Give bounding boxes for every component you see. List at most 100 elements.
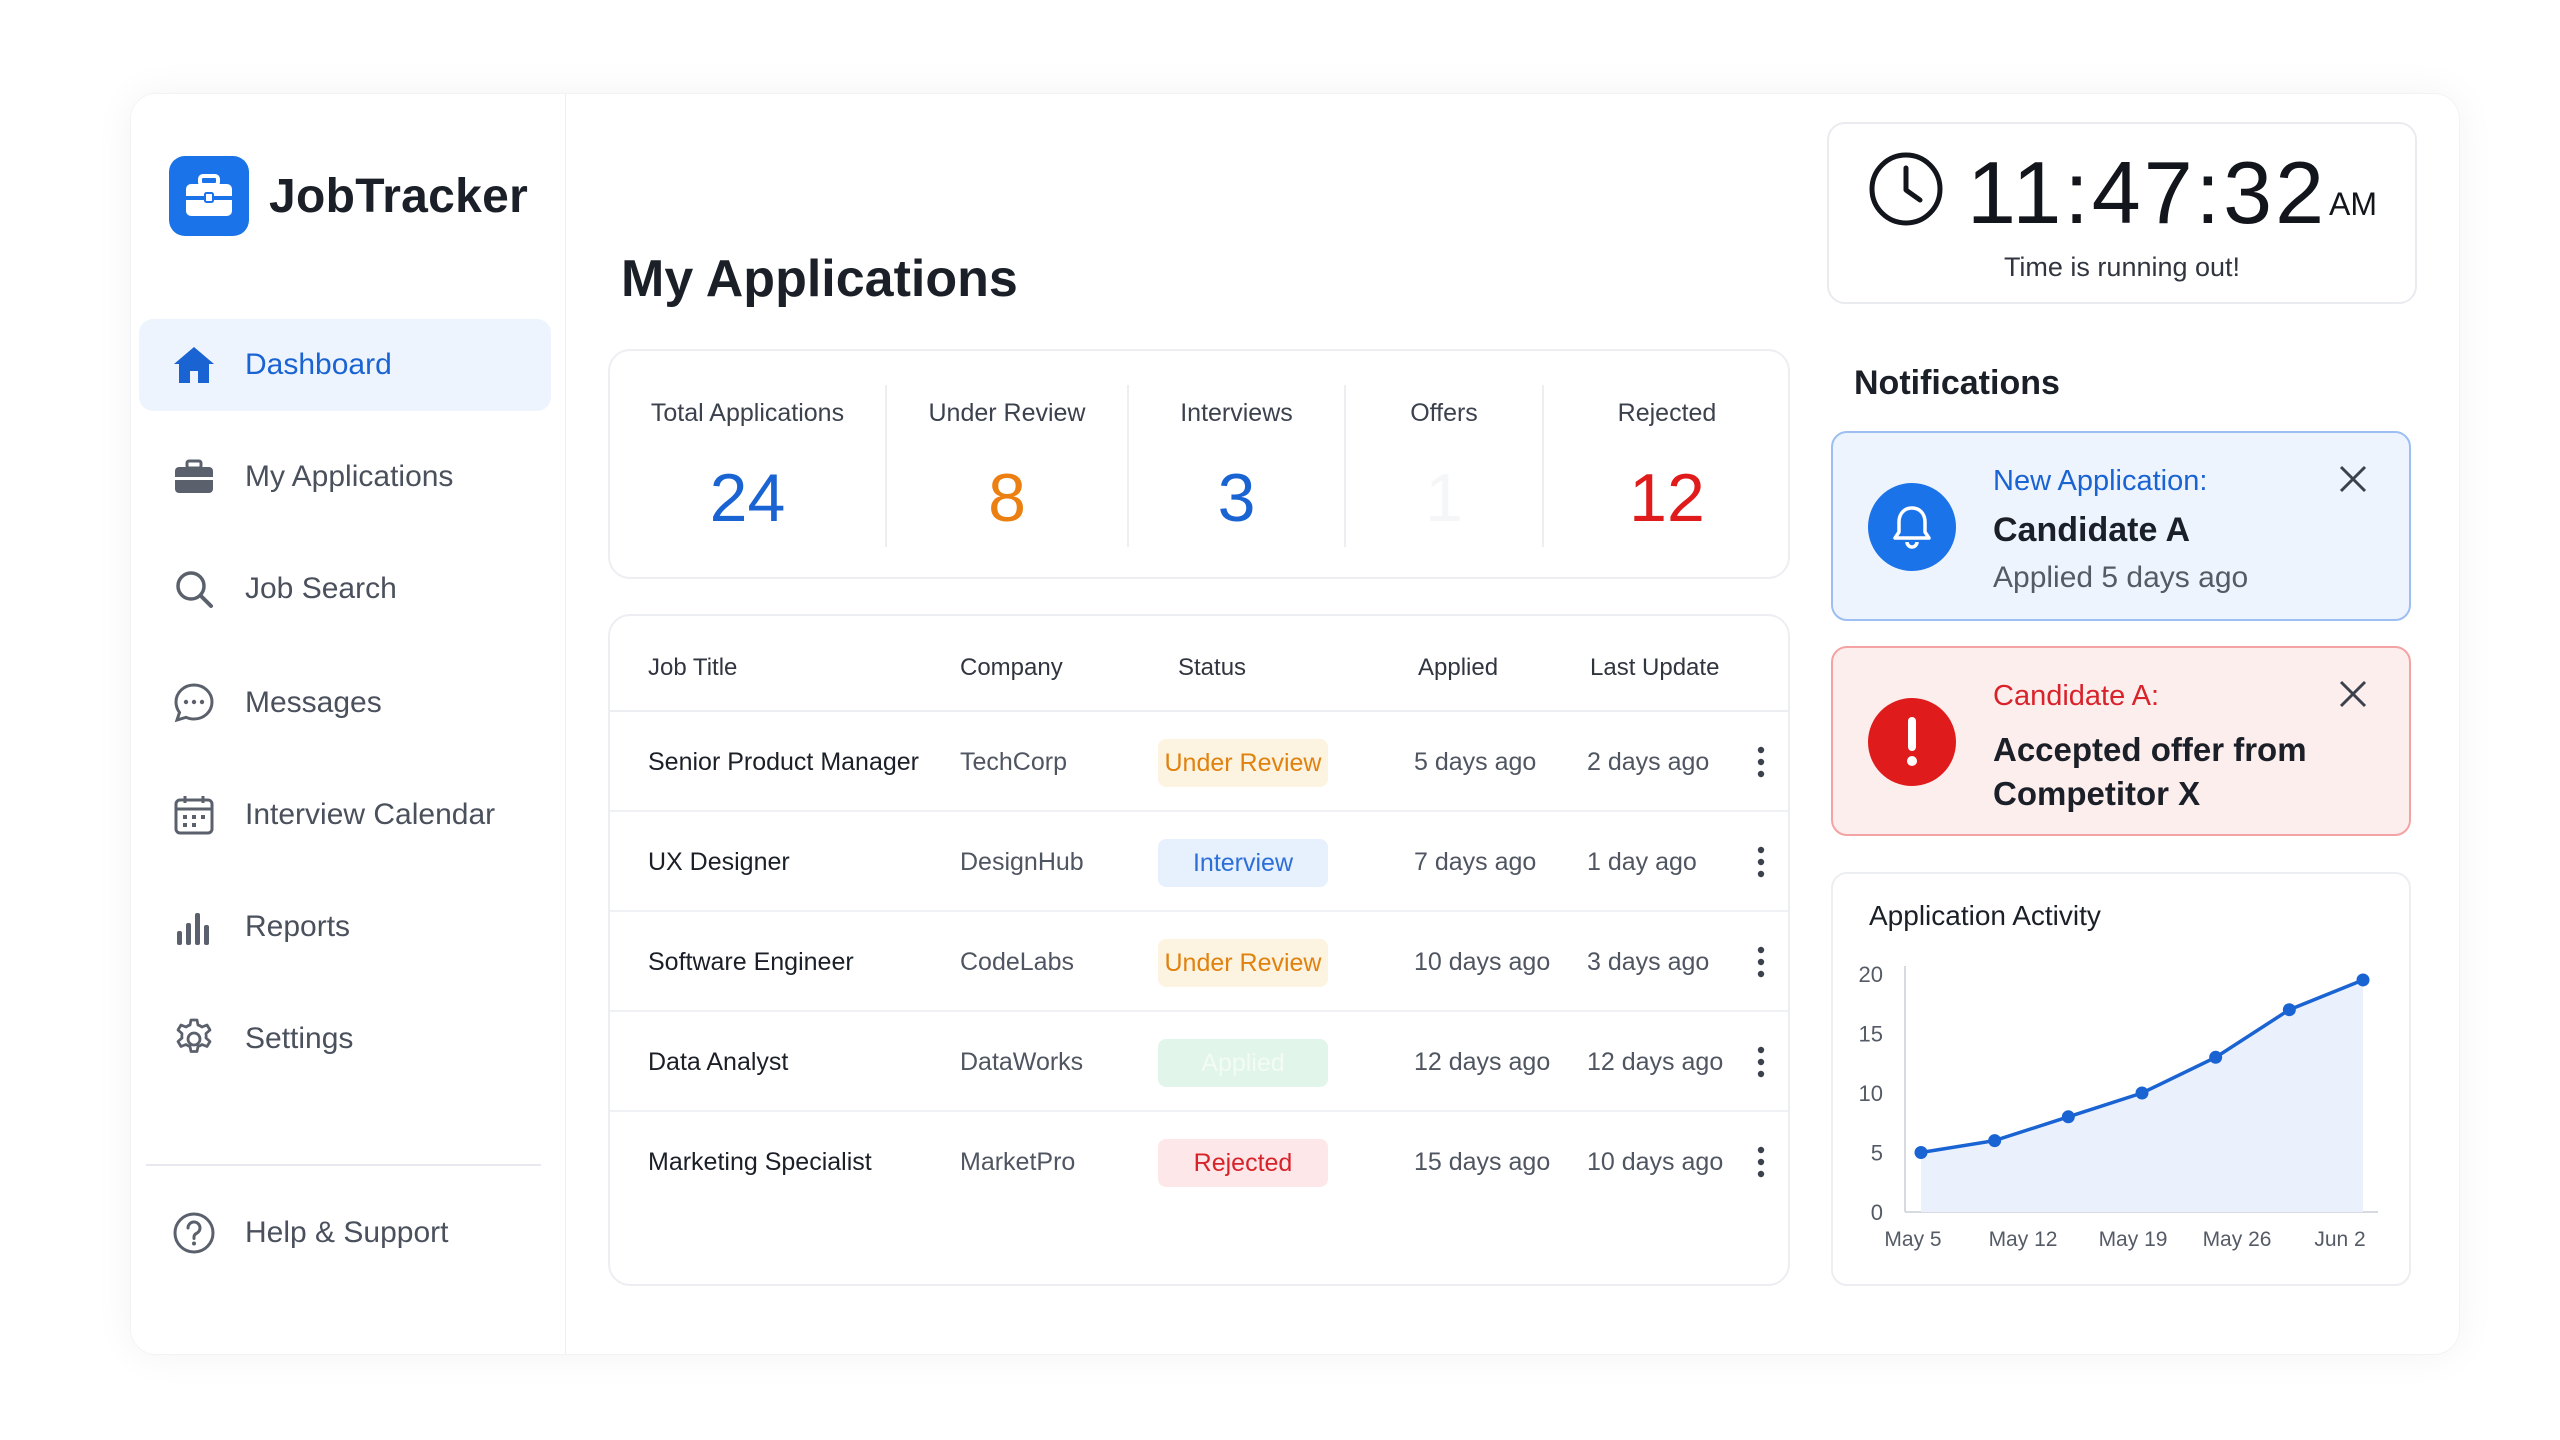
app-name: JobTracker: [269, 169, 529, 223]
home-icon: [171, 342, 217, 388]
notification-candidate: Candidate A: [1993, 511, 2191, 549]
sidebar-item-label: Interview Calendar: [245, 798, 496, 831]
close-icon[interactable]: [2337, 463, 2369, 495]
cell-last-update: 2 days ago: [1587, 748, 1710, 776]
sidebar-item-label: Help & Support: [245, 1216, 449, 1249]
table-row[interactable]: Senior Product Manager TechCorp Under Revi…: [610, 712, 1788, 812]
sidebar-divider: [146, 1164, 541, 1166]
more-options-icon[interactable]: [1746, 942, 1776, 982]
stat-offers[interactable]: Offers 1: [1346, 351, 1542, 577]
column-header-last-update[interactable]: Last Update: [1590, 654, 1719, 682]
cell-company: CodeLabs: [960, 948, 1074, 976]
y-tick-label: 15: [1859, 1022, 1883, 1047]
cell-job-title: Data Analyst: [648, 1048, 789, 1076]
sidebar-item-label: My Applications: [245, 460, 454, 493]
stat-under-review[interactable]: Under Review 8: [887, 351, 1127, 577]
y-tick-label: 0: [1871, 1200, 1883, 1225]
column-header-job-title[interactable]: Job Title: [648, 654, 737, 682]
data-point[interactable]: [2209, 1050, 2223, 1064]
help-icon: [171, 1210, 217, 1256]
more-options-icon[interactable]: [1746, 742, 1776, 782]
cell-job-title: Senior Product Manager: [648, 748, 919, 776]
data-point[interactable]: [1914, 1146, 1928, 1159]
x-tick-label: Jun 2: [2314, 1228, 2365, 1251]
status-badge: Under Review: [1158, 739, 1328, 787]
y-tick-label: 20: [1859, 962, 1883, 987]
bar-chart-icon: [171, 904, 217, 950]
data-point[interactable]: [2135, 1086, 2149, 1100]
stat-value: 1: [1425, 460, 1463, 536]
timer-time: 11:47:32: [1967, 143, 2328, 242]
x-tick-label: May 12: [1989, 1228, 2058, 1251]
table-row[interactable]: Data Analyst DataWorks Applied 12 days ago 1…: [610, 1012, 1788, 1112]
table-row[interactable]: UX Designer DesignHub Interview 7 days ago 1…: [610, 812, 1788, 912]
status-badge: Under Review: [1158, 939, 1328, 987]
notification-subtext: Applied 5 days ago: [1993, 561, 2249, 594]
sidebar-item-settings[interactable]: Settings: [139, 993, 551, 1085]
data-point[interactable]: [2356, 973, 2370, 987]
cell-applied: 12 days ago: [1414, 1048, 1551, 1076]
cell-applied: 15 days ago: [1414, 1148, 1551, 1176]
y-tick-label: 5: [1871, 1141, 1883, 1166]
sidebar-item-label: Settings: [245, 1022, 354, 1055]
stat-value: 8: [988, 460, 1026, 536]
column-header-company[interactable]: Company: [960, 654, 1063, 682]
sidebar-item-interview-calendar[interactable]: Interview Calendar: [139, 769, 551, 861]
more-options-icon[interactable]: [1746, 1142, 1776, 1182]
cell-company: TechCorp: [960, 748, 1067, 776]
application-activity-card: Application Activity 0 5 10 15 20 May 5 May 12…: [1831, 872, 2411, 1286]
clock-icon: [1867, 150, 1945, 233]
stats-card: Total Applications 24 Under Review 8 Int…: [608, 349, 1790, 579]
stat-label: Rejected: [1617, 399, 1717, 427]
cell-company: MarketPro: [960, 1148, 1076, 1176]
sidebar-item-dashboard[interactable]: Dashboard: [139, 319, 551, 411]
cell-applied: 10 days ago: [1414, 948, 1551, 976]
sidebar-item-my-applications[interactable]: My Applications: [139, 431, 551, 523]
column-header-applied[interactable]: Applied: [1418, 654, 1498, 682]
sidebar-item-reports[interactable]: Reports: [139, 881, 551, 973]
sidebar-item-label: Messages: [245, 686, 382, 719]
notification-offer-accepted[interactable]: Candidate A: Accepted offer from Competi…: [1831, 646, 2411, 836]
brand[interactable]: JobTracker: [169, 156, 528, 236]
table-row[interactable]: Software Engineer CodeLabs Under Review 10 …: [610, 912, 1788, 1012]
data-point[interactable]: [1988, 1134, 2002, 1148]
data-point[interactable]: [2282, 1003, 2296, 1017]
applications-table: Job Title Company Status Applied Last Up…: [608, 614, 1790, 1286]
close-icon[interactable]: [2337, 678, 2369, 710]
search-icon: [171, 566, 217, 612]
activity-chart: 0 5 10 15 20 May 5 May 12 May 19 May 26 Jun 2: [1859, 962, 2378, 1251]
sidebar-item-label: Dashboard: [245, 348, 392, 381]
cell-job-title: UX Designer: [648, 848, 790, 876]
table-header: Job Title Company Status Applied Last Up…: [610, 616, 1788, 712]
cell-last-update: 3 days ago: [1587, 948, 1710, 976]
status-badge: Interview: [1158, 839, 1328, 887]
notification-heading: New Application:: [1993, 465, 2208, 497]
status-badge: Rejected: [1158, 1139, 1328, 1187]
cell-last-update: 10 days ago: [1587, 1148, 1724, 1176]
y-tick-label: 10: [1859, 1081, 1883, 1106]
stat-interviews[interactable]: Interviews 3: [1129, 351, 1344, 577]
timer-message: Time is running out!: [2003, 252, 2241, 282]
notification-new-application[interactable]: New Application: Candidate A Applied 5 d…: [1831, 431, 2411, 621]
column-header-status[interactable]: Status: [1178, 654, 1246, 682]
notification-message: Accepted offer from Competitor X: [1993, 731, 2307, 812]
x-tick-label: May 19: [2099, 1228, 2168, 1251]
stat-rejected[interactable]: Rejected 12: [1544, 351, 1790, 577]
x-tick-label: May 26: [2203, 1228, 2272, 1251]
exclamation-icon: [1868, 698, 1956, 786]
x-tick-label: May 5: [1884, 1228, 1941, 1251]
cell-applied: 7 days ago: [1414, 848, 1537, 876]
data-point[interactable]: [2061, 1110, 2075, 1124]
briefcase-icon: [171, 454, 217, 500]
sidebar-item-messages[interactable]: Messages: [139, 657, 551, 749]
table-row[interactable]: Marketing Specialist MarketPro Rejected 15 …: [610, 1112, 1788, 1212]
sidebar-item-label: Job Search: [245, 572, 397, 605]
cell-last-update: 12 days ago: [1587, 1048, 1724, 1076]
sidebar-item-job-search[interactable]: Job Search: [139, 543, 551, 635]
cell-job-title: Software Engineer: [648, 948, 854, 976]
sidebar-item-help-support[interactable]: Help & Support: [139, 1187, 551, 1279]
bell-icon: [1868, 483, 1956, 571]
more-options-icon[interactable]: [1746, 1042, 1776, 1082]
more-options-icon[interactable]: [1746, 842, 1776, 882]
stat-total-applications[interactable]: Total Applications 24: [610, 351, 885, 577]
